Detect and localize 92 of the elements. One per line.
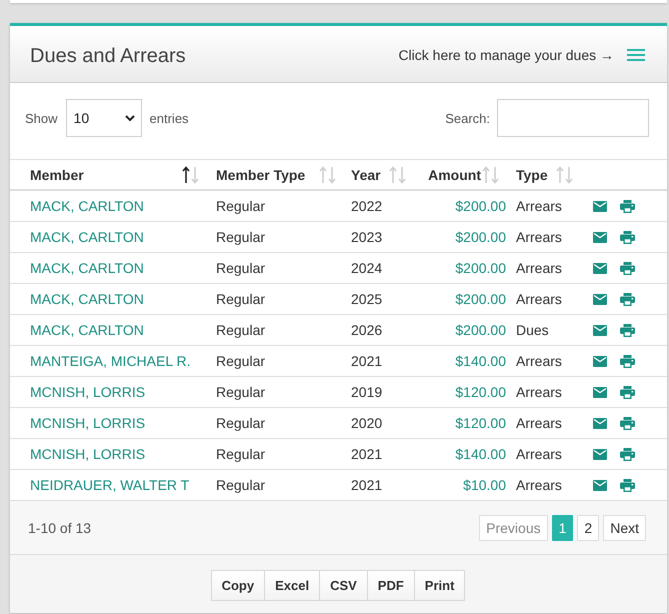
- year-cell: 2022: [351, 198, 382, 214]
- envelope-icon[interactable]: [593, 386, 607, 398]
- year-cell: 2019: [351, 384, 382, 400]
- envelope-icon[interactable]: [593, 324, 607, 336]
- year-cell: 2020: [351, 415, 382, 431]
- member-link[interactable]: MACK, CARLTON: [30, 198, 144, 214]
- type-cell: Arrears: [516, 198, 562, 214]
- member-link[interactable]: MCNISH, LORRIS: [30, 446, 146, 462]
- year-cell: 2026: [351, 322, 382, 338]
- entries-label: entries: [150, 110, 189, 126]
- envelope-icon[interactable]: [593, 294, 607, 304]
- search-field[interactable]: [497, 99, 649, 137]
- member-type-cell: Regular: [216, 291, 266, 307]
- export-button[interactable]: Copy: [210, 570, 266, 601]
- printer-icon[interactable]: [620, 292, 635, 306]
- search-label: Search:: [445, 110, 490, 126]
- member-type-cell: Regular: [216, 446, 266, 462]
- printer-icon[interactable]: [620, 354, 635, 368]
- envelope-icon[interactable]: [593, 448, 607, 460]
- amount-cell: $120.00: [455, 384, 506, 400]
- type-cell: Arrears: [516, 229, 562, 245]
- column-header[interactable]: Amount: [422, 160, 506, 189]
- column-header[interactable]: Member Type: [206, 160, 341, 189]
- column-header[interactable]: Year: [341, 160, 422, 189]
- manage-dues-link[interactable]: Click here to manage your dues →: [398, 46, 614, 62]
- amount-cell: $10.00: [463, 477, 506, 493]
- member-type-cell: Regular: [216, 353, 266, 369]
- entries-info: 1-10 of 13: [28, 520, 92, 536]
- type-cell: Arrears: [516, 415, 562, 431]
- member-link[interactable]: MACK, CARLTON: [30, 322, 144, 338]
- amount-cell: $200.00: [455, 229, 506, 245]
- amount-cell: $140.00: [455, 353, 506, 369]
- next-button[interactable]: Next: [603, 514, 646, 540]
- export-button[interactable]: PDF: [366, 570, 415, 601]
- member-link[interactable]: MANTEIGA, MICHAEL R.: [30, 353, 191, 369]
- member-type-cell: Regular: [216, 229, 266, 245]
- column-header[interactable]: Member: [10, 160, 206, 189]
- printer-icon[interactable]: [620, 324, 635, 336]
- member-link[interactable]: MCNISH, LORRIS: [30, 384, 146, 400]
- envelope-icon[interactable]: [593, 262, 607, 274]
- type-cell: Arrears: [516, 384, 562, 400]
- amount-cell: $140.00: [455, 446, 506, 462]
- year-cell: 2021: [351, 353, 382, 369]
- member-type-cell: Regular: [216, 415, 266, 431]
- printer-icon[interactable]: [620, 448, 635, 460]
- type-cell: Arrears: [516, 353, 562, 369]
- member-type-cell: Regular: [216, 477, 266, 493]
- show-label: Show: [25, 110, 58, 126]
- member-link[interactable]: NEIDRAUER, WALTER T: [30, 477, 190, 493]
- printer-icon[interactable]: [620, 386, 635, 398]
- member-type-cell: Regular: [216, 260, 266, 276]
- member-type-cell: Regular: [216, 384, 266, 400]
- type-cell: Arrears: [516, 477, 562, 493]
- member-link[interactable]: MACK, CARLTON: [30, 260, 144, 276]
- amount-cell: $200.00: [455, 291, 506, 307]
- printer-icon[interactable]: [620, 416, 635, 430]
- member-type-cell: Regular: [216, 198, 266, 214]
- entries-select[interactable]: 10: [66, 99, 142, 137]
- printer-icon[interactable]: [620, 478, 635, 492]
- printer-icon[interactable]: [620, 230, 635, 244]
- type-cell: Arrears: [516, 446, 562, 462]
- printer-icon[interactable]: [620, 262, 635, 274]
- printer-icon[interactable]: [620, 200, 635, 212]
- year-cell: 2025: [351, 291, 382, 307]
- menu-icon[interactable]: [627, 48, 645, 60]
- year-cell: 2021: [351, 446, 382, 462]
- envelope-icon[interactable]: [593, 418, 607, 428]
- member-link[interactable]: MACK, CARLTON: [30, 291, 144, 307]
- member-type-cell: Regular: [216, 322, 266, 338]
- member-link[interactable]: MACK, CARLTON: [30, 229, 144, 245]
- year-cell: 2023: [351, 229, 382, 245]
- caret-icon: [124, 114, 135, 122]
- panel-title: Dues and Arrears: [30, 45, 186, 68]
- year-cell: 2021: [351, 477, 382, 493]
- export-button[interactable]: Print: [414, 570, 466, 601]
- export-button[interactable]: CSV: [319, 570, 368, 601]
- year-cell: 2024: [351, 260, 382, 276]
- amount-cell: $200.00: [455, 198, 506, 214]
- amount-cell: $200.00: [455, 260, 506, 276]
- member-link[interactable]: MCNISH, LORRIS: [30, 415, 146, 431]
- amount-cell: $120.00: [455, 415, 506, 431]
- amount-cell: $200.00: [455, 322, 506, 338]
- type-cell: Dues: [516, 322, 549, 338]
- type-cell: Arrears: [516, 260, 562, 276]
- envelope-icon[interactable]: [593, 356, 607, 366]
- envelope-icon[interactable]: [593, 480, 607, 490]
- export-button[interactable]: Excel: [264, 570, 320, 601]
- column-header[interactable]: Type: [506, 160, 580, 189]
- envelope-icon[interactable]: [593, 232, 607, 242]
- envelope-icon[interactable]: [593, 200, 607, 212]
- page-button[interactable]: 2: [577, 514, 600, 540]
- type-cell: Arrears: [516, 291, 562, 307]
